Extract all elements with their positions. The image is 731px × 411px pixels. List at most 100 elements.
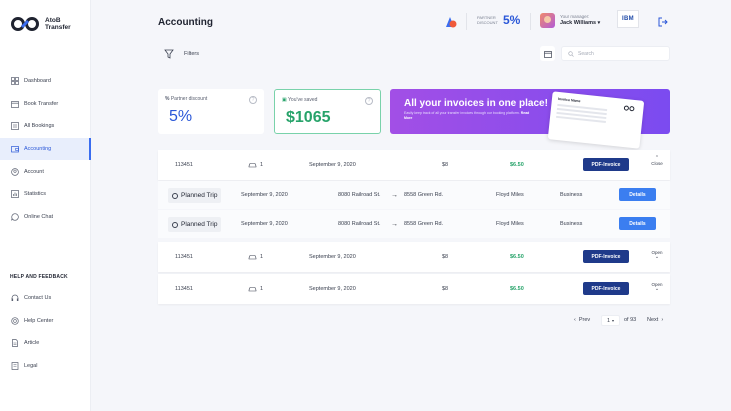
filters-label[interactable]: Filters [184,51,199,57]
calendar-icon [11,100,19,108]
card-label: % Partner discount [165,96,207,102]
invoice-count: $8 [442,162,449,168]
row-toggle[interactable]: ⌃ Close [650,156,664,167]
pdf-invoice-button[interactable]: PDF-Invoice [583,158,629,171]
prev-page-button[interactable]: ‹ Prev [574,317,590,323]
invoice-amount: $6.50 [510,162,524,168]
details-button[interactable]: Details [619,188,656,201]
page-title: Accounting [158,17,213,28]
calendar-button[interactable] [540,46,555,61]
sidebar-item-book-transfer[interactable]: Book Transfer [0,93,91,116]
atob-logo-icon [11,17,39,31]
clock-icon [172,221,178,228]
sidebar-item-label: All Bookings [24,123,55,130]
manager-name: Jack Williams [560,20,597,26]
filter-icon[interactable] [164,49,174,59]
sidebar-item-label: Help Center [24,317,54,324]
chevron-down-icon: ▾ [597,20,601,26]
trip-to: 8558 Green Rd. [404,221,444,227]
sidebar-item-label: Article [24,340,40,347]
document-icon [11,339,19,348]
row-toggle[interactable]: Open ⌄ [650,282,664,292]
chart-icon [11,190,19,199]
invoice-lines [557,103,608,112]
sidebar-item-all-bookings[interactable]: All Bookings [0,115,91,138]
trip-person: Floyd Miles [496,192,524,198]
current-page: 1 [606,317,611,324]
help-icon[interactable]: ? [249,96,257,104]
trip-from: 8080 Railroad St. [338,192,381,198]
page-select[interactable]: 1 ▾ [601,315,620,326]
invoice-illustration: Invoice Name [547,91,645,149]
table-row[interactable]: 113451 1 September 9, 2020 $8 $6.50 PDF-… [158,150,670,180]
sidebar-item-contact-us[interactable]: Contact Us [0,287,91,310]
sidebar-item-help-center[interactable]: Help Center [0,310,91,333]
trip-row: Planned Trip September 9, 2020 8080 Rail… [158,181,670,209]
chevron-down-icon: ⌄ [654,286,660,292]
toggle-label: Close [651,161,663,166]
app-name: AtoB Transfer [45,17,71,32]
company-logo: IBM [617,10,639,28]
trip-person: Floyd Miles [496,221,524,227]
table-row[interactable]: 113451 1 September 9, 2020 $8 $6.50 PDF-… [158,242,670,272]
promo-title: All your invoices in one place! [404,98,548,109]
car-count-value: 1 [260,254,264,260]
discount-value: 5% [169,108,193,125]
trip-class: Business [560,192,583,198]
manager-label: Your manager: [560,14,590,19]
car-icon [248,255,257,260]
help-icon[interactable]: ? [365,97,373,105]
list-icon [11,122,19,131]
chevron-down-icon: ⌄ [654,254,660,260]
sidebar-item-label: Legal [24,363,38,370]
sidebar-item-account[interactable]: Account [0,160,91,183]
trip-type: Planned Trip [181,192,218,199]
next-page-button[interactable]: Next › [647,317,663,323]
partner-logo-icon [446,17,457,28]
sidebar-item-label: Online Chat [24,213,54,220]
partner-discount-label: PARTNER DISCOUNT [477,15,498,25]
sidebar-item-legal[interactable]: Legal [0,355,91,378]
help-nav: Contact Us Help Center Article Legal [0,287,91,377]
page-total: of 93 [624,317,637,323]
app-name-line1: AtoB [45,16,61,24]
invoice-date: September 9, 2020 [309,254,356,260]
app-logo[interactable]: AtoB Transfer [10,16,71,32]
pdf-invoice-button[interactable]: PDF-Invoice [583,282,629,295]
percent-icon: % [165,96,170,102]
table-row[interactable]: 113451 1 September 9, 2020 $8 $6.50 PDF-… [158,274,670,304]
manager-avatar[interactable] [540,13,555,28]
car-count-value: 1 [260,286,264,292]
car-count: 1 [248,150,263,180]
trip-from: 8080 Railroad St. [338,221,381,227]
atob-logo-icon [623,105,635,112]
car-icon [248,287,257,292]
chevron-right-icon: › [661,317,664,323]
invoice-id: 113451 [175,162,193,168]
sidebar-item-dashboard[interactable]: Dashboard [0,70,91,93]
invoice-amount: $6.50 [510,286,524,292]
clock-icon [172,192,178,199]
row-toggle[interactable]: Open ⌄ [650,250,664,260]
wallet-icon [11,145,19,153]
details-button[interactable]: Details [619,217,656,230]
sidebar-item-accounting[interactable]: Accounting [0,137,91,161]
trip-class: Business [560,221,583,227]
headset-icon [11,294,19,302]
partner-discount-card: % Partner discount ? 5% [158,89,264,134]
invoice-date: September 9, 2020 [309,162,356,168]
trip-date: September 9, 2020 [241,221,288,227]
sidebar-item-article[interactable]: Article [0,332,91,355]
card-label: ▣ You've saved [282,97,317,103]
search-icon [568,50,574,57]
pdf-invoice-button[interactable]: PDF-Invoice [583,250,629,263]
invoice-count: $8 [442,254,449,260]
logout-icon[interactable] [658,17,668,27]
sidebar-item-online-chat[interactable]: Online Chat [0,206,91,229]
search-box [561,46,670,61]
invoice-date: September 9, 2020 [309,286,356,292]
search-input[interactable] [578,50,668,57]
car-count: 1 [248,242,263,272]
sidebar-item-statistics[interactable]: Statistics [0,183,91,206]
manager-dropdown[interactable]: Jack Williams ▾ [560,20,600,26]
